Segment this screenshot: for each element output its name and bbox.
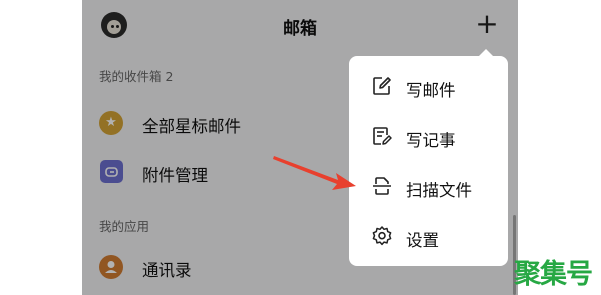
popup-menu: 写邮件 写记事 扫描文件 设置 [349,49,508,266]
annotation-arrow [273,156,356,190]
menu-item-note[interactable]: 写记事 [349,112,508,160]
menu-item-settings[interactable]: 设置 [349,212,508,260]
note-icon [371,125,393,147]
menu-item-scan[interactable]: 扫描文件 [349,162,508,210]
watermark-text: 聚集号 [514,259,593,290]
scan-label: 扫描文件 [406,181,472,200]
compose-icon [371,75,393,97]
gear-icon [371,225,393,247]
menu-item-compose[interactable]: 写邮件 [349,62,508,110]
scan-icon [371,175,393,197]
note-label: 写记事 [406,131,456,150]
settings-label: 设置 [406,231,439,250]
compose-label: 写邮件 [406,81,456,100]
